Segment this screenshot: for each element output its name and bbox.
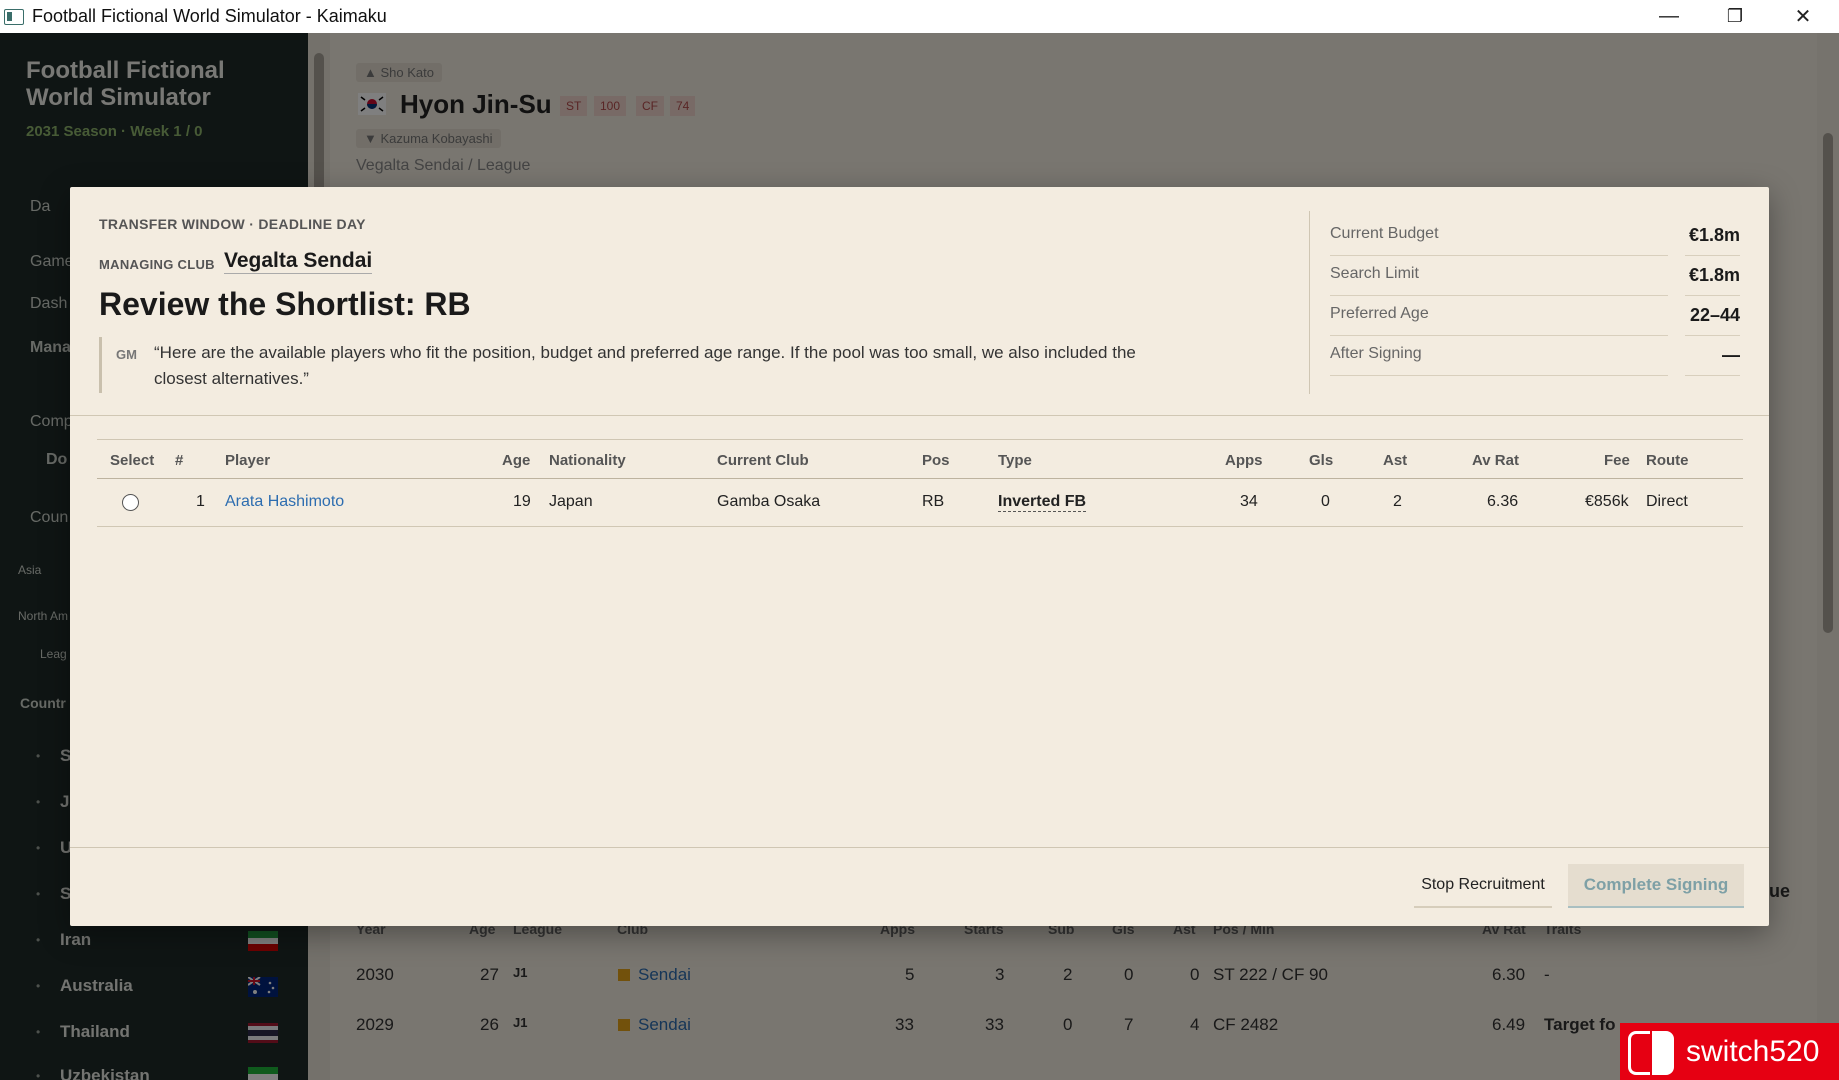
col-club[interactable]: Current Club [717, 452, 809, 469]
col-ast[interactable]: Ast [1383, 452, 1407, 469]
minimize-button[interactable]: — [1636, 0, 1702, 33]
header-divider [70, 415, 1769, 416]
cell-apps: 34 [1240, 493, 1258, 510]
col-route[interactable]: Route [1646, 452, 1689, 469]
col-pos[interactable]: Pos [922, 452, 950, 469]
col-type[interactable]: Type [998, 452, 1032, 469]
col-num: # [175, 452, 184, 469]
cell-nationality: Japan [549, 493, 593, 510]
stat-underline [1685, 255, 1740, 256]
footer-divider [70, 847, 1769, 848]
stat-label: Current Budget [1330, 225, 1439, 242]
vertical-divider [1309, 211, 1310, 394]
cell-fee: €856k [1585, 493, 1629, 510]
stat-underline [1685, 375, 1740, 376]
stat-underline [1330, 335, 1668, 336]
window-titlebar: Football Fictional World Simulator - Kai… [0, 0, 1839, 33]
switch-logo-icon [1624, 1027, 1682, 1077]
gm-quote: GM “Here are the available players who f… [99, 337, 1139, 393]
gm-tag: GM [116, 347, 137, 362]
col-fee[interactable]: Fee [1604, 452, 1630, 469]
table-header-row: Select # Player Age Nationality Current … [97, 439, 1743, 479]
stat-value: €1.8m [1688, 265, 1740, 285]
col-player[interactable]: Player [225, 452, 270, 469]
restore-button[interactable]: ❐ [1702, 0, 1768, 33]
stat-after-signing: After Signing — [1330, 337, 1740, 377]
stat-value: 22–44 [1689, 305, 1740, 325]
table-row[interactable]: 1 Arata Hashimoto 19 Japan Gamba Osaka R… [97, 479, 1743, 527]
cell-club: Gamba Osaka [717, 493, 821, 510]
col-age[interactable]: Age [502, 452, 530, 469]
complete-signing-button[interactable]: Complete Signing [1568, 864, 1744, 908]
cell-age: 19 [513, 493, 531, 510]
col-avrat[interactable]: Av Rat [1472, 452, 1519, 469]
modal-heading: Review the Shortlist: RB [99, 286, 471, 322]
managing-club-name: Vegalta Sendai [224, 249, 373, 274]
stat-preferred-age: Preferred Age 22–44 [1330, 297, 1740, 337]
col-gls[interactable]: Gls [1309, 452, 1333, 469]
col-apps[interactable]: Apps [1225, 452, 1263, 469]
stat-underline [1330, 375, 1668, 376]
stat-label: Preferred Age [1330, 305, 1429, 322]
player-link[interactable]: Arata Hashimoto [225, 493, 344, 511]
select-radio[interactable] [122, 494, 139, 511]
cell-num: 1 [196, 493, 205, 510]
stat-underline [1685, 335, 1740, 336]
watermark: switch520 [1620, 1023, 1839, 1080]
stat-value: €1.8m [1688, 225, 1740, 245]
cell-avrat: 6.36 [1487, 493, 1519, 510]
window-title: Football Fictional World Simulator - Kai… [32, 6, 387, 26]
type-tag[interactable]: Inverted FB [998, 493, 1087, 512]
stat-underline [1330, 295, 1668, 296]
stat-label: Search Limit [1330, 265, 1419, 282]
cell-pos: RB [922, 493, 945, 510]
watermark-text: switch520 [1686, 1034, 1820, 1068]
col-select: Select [110, 452, 155, 469]
col-nationality[interactable]: Nationality [549, 452, 626, 469]
managing-club-label: MANAGING CLUB [99, 257, 215, 272]
stat-value: — [1722, 345, 1740, 365]
stat-current-budget: Current Budget €1.8m [1330, 217, 1740, 257]
stat-label: After Signing [1330, 345, 1422, 362]
stat-search-limit: Search Limit €1.8m [1330, 257, 1740, 297]
modal-eyebrow: TRANSFER WINDOW · DEADLINE DAY [99, 216, 366, 232]
cell-route: Direct [1646, 493, 1688, 510]
stat-underline [1685, 295, 1740, 296]
stop-recruitment-button[interactable]: Stop Recruitment [1414, 864, 1552, 908]
close-button[interactable]: ✕ [1770, 0, 1836, 33]
stat-underline [1330, 255, 1668, 256]
gm-quote-text: “Here are the available players who fit … [154, 343, 1136, 388]
cell-gls: 0 [1321, 493, 1330, 510]
cell-ast: 2 [1393, 493, 1402, 510]
shortlist-modal: TRANSFER WINDOW · DEADLINE DAY MANAGING … [70, 187, 1769, 926]
app-icon [4, 8, 24, 25]
